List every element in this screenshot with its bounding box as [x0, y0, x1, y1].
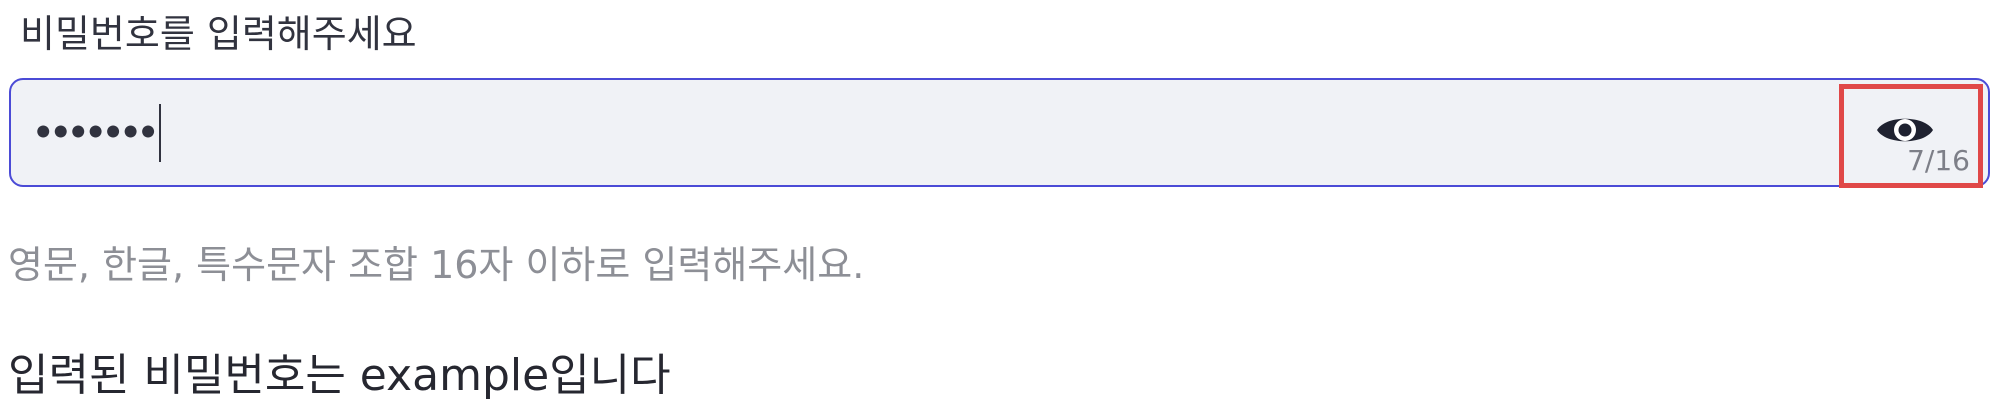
show-password-toggle[interactable]: 7/16: [1839, 84, 1983, 188]
character-counter: 7/16: [1907, 144, 1970, 177]
masked-characters: •••••••: [33, 113, 158, 153]
password-masked-value: •••••••: [33, 100, 162, 166]
password-input[interactable]: •••••••: [9, 78, 1990, 187]
text-caret: [159, 104, 162, 162]
password-field-label: 비밀번호를 입력해주세요: [20, 12, 417, 56]
entered-password-result: 입력된 비밀번호는 example입니다: [8, 350, 671, 401]
password-help-text: 영문, 한글, 특수문자 조합 16자 이하로 입력해주세요.: [8, 243, 865, 287]
